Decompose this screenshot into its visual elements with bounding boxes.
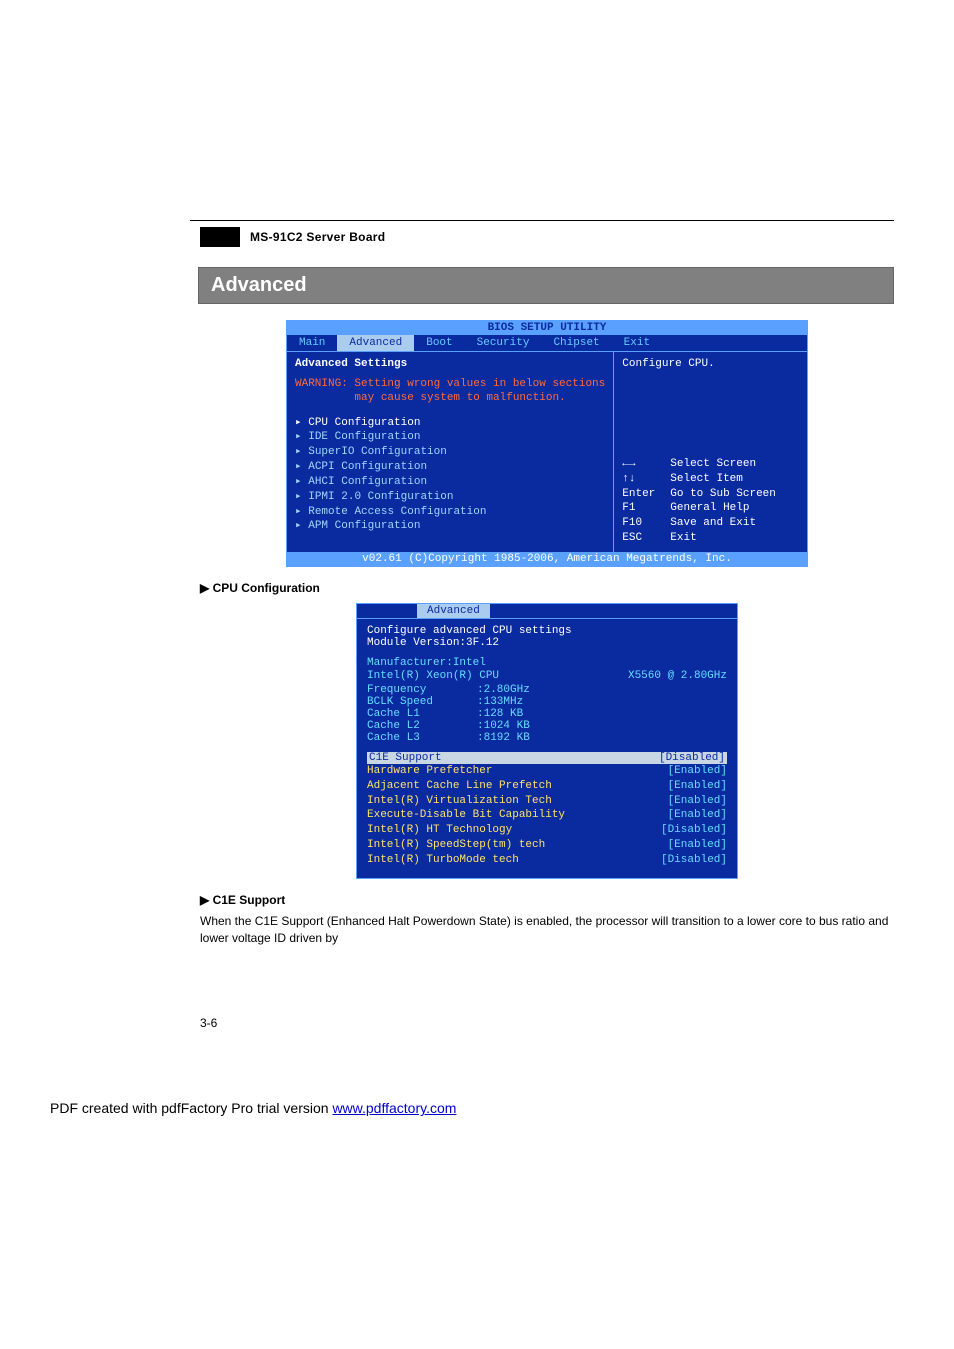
- opt-xd-bit-label: Execute-Disable Bit Capability: [367, 808, 565, 823]
- bios-warning: WARNING: Setting wrong values in below s…: [295, 378, 605, 406]
- key-enter: Enter: [622, 487, 670, 502]
- opt-ht[interactable]: Intel(R) HT Technology [Disabled]: [367, 823, 727, 838]
- tab-chipset[interactable]: Chipset: [541, 335, 611, 351]
- tab-security[interactable]: Security: [465, 335, 542, 351]
- header-black-box: [200, 227, 240, 247]
- bios-left-panel: Advanced Settings WARNING: Setting wrong…: [287, 352, 614, 552]
- bios-right-panel: Configure CPU. ←→Select Screen ↑↓Select …: [614, 352, 807, 552]
- l2-value: :1024 KB: [477, 720, 530, 732]
- bios-help-title: Configure CPU.: [622, 358, 799, 370]
- l2-label: Cache L2: [367, 720, 477, 732]
- board-header: MS-91C2 Server Board: [200, 227, 894, 247]
- key-ud-desc: Select Item: [670, 472, 743, 487]
- opt-adjacent-cache[interactable]: Adjacent Cache Line Prefetch [Enabled]: [367, 779, 727, 794]
- cpu-module-version: Module Version:3F.12: [367, 637, 727, 649]
- freq-label: Frequency: [367, 684, 477, 696]
- opt-vt[interactable]: Intel(R) Virtualization Tech [Enabled]: [367, 794, 727, 809]
- key-f10: F10: [622, 516, 670, 531]
- menu-ide-configuration[interactable]: IDE Configuration: [295, 430, 605, 445]
- opt-hw-prefetcher[interactable]: Hardware Prefetcher [Enabled]: [367, 764, 727, 779]
- bclk-value: :133MHz: [477, 696, 523, 708]
- opt-speedstep[interactable]: Intel(R) SpeedStep(tm) tech [Enabled]: [367, 838, 727, 853]
- bios-footer: v02.61 (C)Copyright 1985-2006, American …: [287, 552, 807, 566]
- opt-turbo[interactable]: Intel(R) TurboMode tech [Disabled]: [367, 853, 727, 868]
- bios-cpu-screen: Advanced Configure advanced CPU settings…: [356, 603, 738, 879]
- c1e-heading: ▶ C1E Support: [200, 893, 894, 907]
- opt-turbo-value: [Disabled]: [661, 853, 727, 868]
- pdf-footer: PDF created with pdfFactory Pro trial ve…: [0, 1090, 954, 1126]
- l3-label: Cache L3: [367, 732, 477, 744]
- menu-superio-configuration[interactable]: SuperIO Configuration: [295, 445, 605, 460]
- opt-speedstep-value: [Enabled]: [668, 838, 727, 853]
- key-ud: ↑↓: [622, 472, 670, 487]
- l1-value: :128 KB: [477, 708, 523, 720]
- opt-xd-bit-value: [Enabled]: [668, 808, 727, 823]
- key-f10-desc: Save and Exit: [670, 516, 756, 531]
- key-lr-desc: Select Screen: [670, 457, 756, 472]
- opt-vt-label: Intel(R) Virtualization Tech: [367, 794, 552, 809]
- opt-xd-bit[interactable]: Execute-Disable Bit Capability [Enabled]: [367, 808, 727, 823]
- advanced-settings-heading: Advanced Settings: [295, 358, 605, 370]
- top-rule: [190, 220, 894, 221]
- key-esc-desc: Exit: [670, 531, 696, 546]
- key-esc: ESC: [622, 531, 670, 546]
- opt-c1e-label: C1E Support: [369, 752, 442, 764]
- menu-remote-access-configuration[interactable]: Remote Access Configuration: [295, 505, 605, 520]
- opt-ht-value: [Disabled]: [661, 823, 727, 838]
- opt-speedstep-label: Intel(R) SpeedStep(tm) tech: [367, 838, 545, 853]
- bios-title: BIOS SETUP UTILITY: [287, 321, 807, 335]
- pdf-footer-text: PDF created with pdfFactory Pro trial ve…: [50, 1100, 332, 1116]
- cpu-config-heading: ▶ CPU Configuration: [200, 581, 894, 595]
- tab-exit[interactable]: Exit: [612, 335, 662, 351]
- freq-value: :2.80GHz: [477, 684, 530, 696]
- key-enter-desc: Go to Sub Screen: [670, 487, 776, 502]
- menu-apm-configuration[interactable]: APM Configuration: [295, 519, 605, 534]
- board-title: MS-91C2 Server Board: [250, 230, 385, 244]
- bios-menu: CPU Configuration IDE Configuration Supe…: [295, 416, 605, 535]
- menu-acpi-configuration[interactable]: ACPI Configuration: [295, 460, 605, 475]
- opt-vt-value: [Enabled]: [668, 794, 727, 809]
- key-lr: ←→: [622, 457, 670, 472]
- c1e-body: When the C1E Support (Enhanced Halt Powe…: [200, 913, 894, 947]
- menu-ahci-configuration[interactable]: AHCI Configuration: [295, 475, 605, 490]
- opt-c1e-value: [Disabled]: [659, 752, 725, 764]
- opt-ht-label: Intel(R) HT Technology: [367, 823, 512, 838]
- cpu-settings-title: Configure advanced CPU settings: [367, 625, 727, 637]
- cpu-model: X5560 @ 2.80GHz: [628, 669, 727, 684]
- opt-turbo-label: Intel(R) TurboMode tech: [367, 853, 519, 868]
- menu-cpu-configuration[interactable]: CPU Configuration: [295, 416, 605, 431]
- cpu-manufacturer: Manufacturer:Intel: [367, 657, 727, 669]
- tab-advanced[interactable]: Advanced: [337, 335, 414, 351]
- key-f1: F1: [622, 501, 670, 516]
- bios-key-help: ←→Select Screen ↑↓Select Item EnterGo to…: [622, 457, 799, 546]
- key-f1-desc: General Help: [670, 501, 749, 516]
- tab-boot[interactable]: Boot: [414, 335, 464, 351]
- bios-tabs: Main Advanced Boot Security Chipset Exit: [287, 335, 807, 352]
- bios-main-screen: BIOS SETUP UTILITY Main Advanced Boot Se…: [286, 320, 808, 567]
- opt-hw-prefetcher-label: Hardware Prefetcher: [367, 764, 492, 779]
- cpu-name: Intel(R) Xeon(R) CPU: [367, 669, 499, 684]
- opt-adjacent-cache-label: Adjacent Cache Line Prefetch: [367, 779, 552, 794]
- opt-adjacent-cache-value: [Enabled]: [668, 779, 727, 794]
- opt-hw-prefetcher-value: [Enabled]: [668, 764, 727, 779]
- tab-main[interactable]: Main: [287, 335, 337, 351]
- menu-ipmi-configuration[interactable]: IPMI 2.0 Configuration: [295, 490, 605, 505]
- opt-c1e-support[interactable]: C1E Support [Disabled]: [367, 752, 727, 764]
- bclk-label: BCLK Speed: [367, 696, 477, 708]
- l3-value: :8192 KB: [477, 732, 530, 744]
- section-title: Advanced: [198, 267, 894, 304]
- l1-label: Cache L1: [367, 708, 477, 720]
- pdf-factory-link[interactable]: www.pdffactory.com: [332, 1100, 456, 1116]
- cpu-tab-advanced: Advanced: [417, 604, 490, 618]
- page-number: 3-6: [200, 1016, 894, 1030]
